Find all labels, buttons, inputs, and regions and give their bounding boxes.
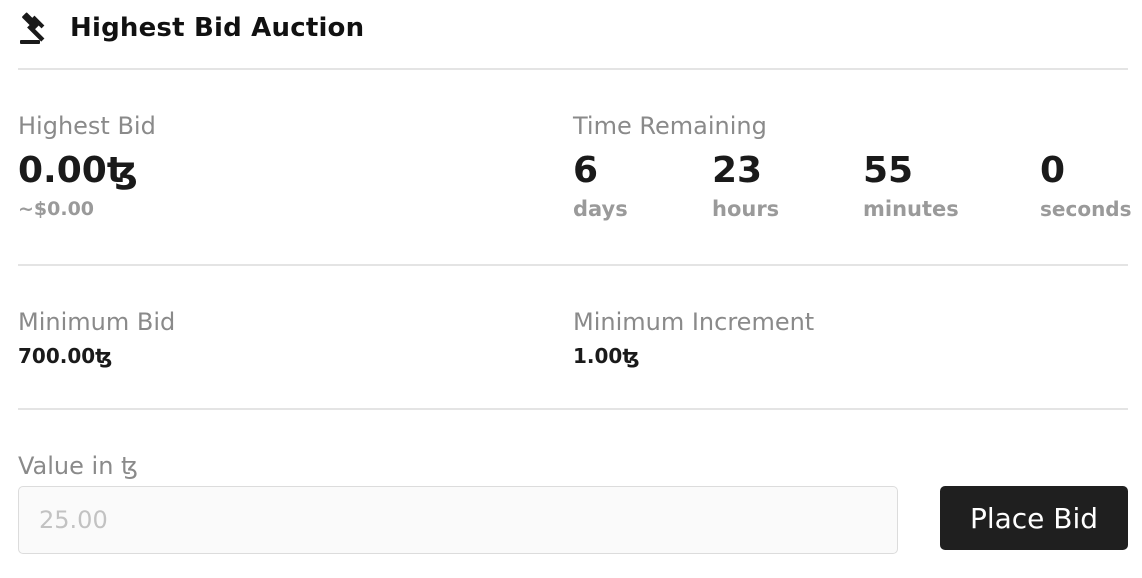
auction-panel: Highest Bid Auction Highest Bid 0.00ꜩ ~$… <box>0 0 1142 578</box>
highest-bid-value: 0.00ꜩ <box>18 150 138 191</box>
gavel-icon <box>18 11 52 45</box>
divider <box>18 408 1128 410</box>
divider <box>18 68 1128 70</box>
countdown-minutes-value: 55 <box>863 150 914 191</box>
countdown-minutes-unit: minutes <box>863 197 959 221</box>
highest-bid-label: Highest Bid <box>18 112 156 140</box>
countdown-hours-unit: hours <box>712 197 780 221</box>
countdown-hours-value: 23 <box>712 150 763 191</box>
time-remaining-label: Time Remaining <box>573 112 767 140</box>
countdown-days-unit: days <box>573 197 628 221</box>
bid-value-label: Value in ꜩ <box>18 452 139 480</box>
bid-value-input[interactable] <box>18 486 898 554</box>
minimum-bid-label: Minimum Bid <box>18 308 176 336</box>
page-title: Highest Bid Auction <box>70 13 365 43</box>
countdown-seconds-unit: seconds <box>1040 197 1132 221</box>
divider <box>18 264 1128 266</box>
place-bid-button[interactable]: Place Bid <box>940 486 1128 550</box>
countdown-seconds-value: 0 <box>1040 150 1066 191</box>
minimum-increment-value: 1.00ꜩ <box>573 344 640 368</box>
countdown-days-value: 6 <box>573 150 599 191</box>
highest-bid-usd: ~$0.00 <box>18 198 95 220</box>
panel-header: Highest Bid Auction <box>18 8 364 48</box>
minimum-increment-label: Minimum Increment <box>573 308 815 336</box>
minimum-bid-value: 700.00ꜩ <box>18 344 113 368</box>
